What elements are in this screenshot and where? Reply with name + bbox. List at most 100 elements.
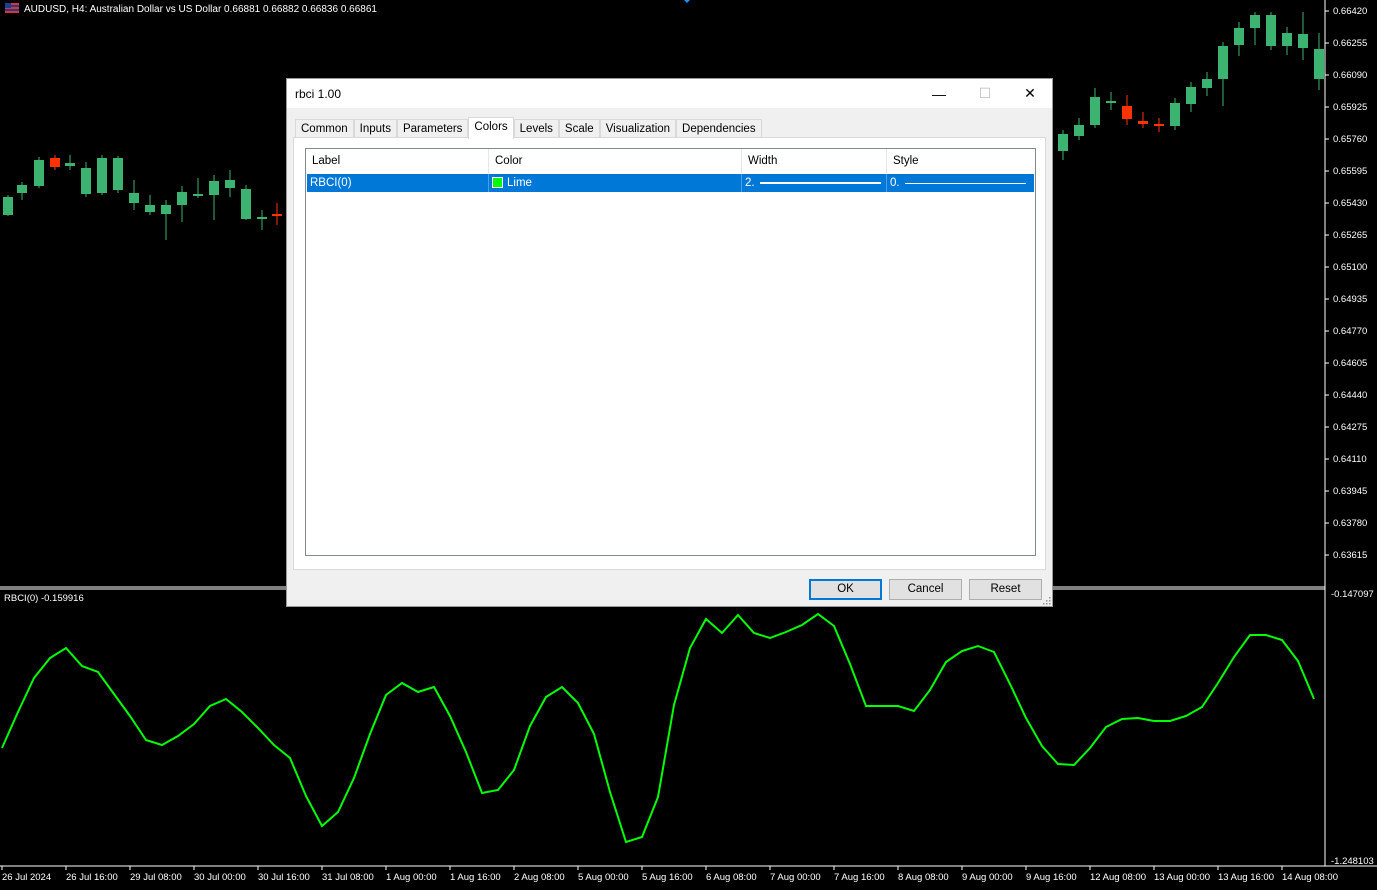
dialog-titlebar[interactable]: rbci 1.00 — ☐ ✕ xyxy=(287,79,1052,108)
candle-body xyxy=(1298,34,1308,48)
time-tick-label: 9 Aug 16:00 xyxy=(1026,872,1077,883)
candle-body xyxy=(1234,28,1244,45)
time-tick-label: 6 Aug 08:00 xyxy=(706,872,757,883)
column-header-label[interactable]: Label xyxy=(306,149,489,173)
maximize-icon: ☐ xyxy=(978,85,992,101)
candle-body xyxy=(1058,134,1068,151)
time-tick-label: 26 Jul 2024 xyxy=(2,872,51,883)
column-header-color[interactable]: Color xyxy=(489,149,742,173)
candle-body xyxy=(241,189,251,219)
reset-button[interactable]: Reset xyxy=(969,579,1042,600)
candle-body xyxy=(272,214,282,216)
time-tick-label: 12 Aug 08:00 xyxy=(1090,872,1146,883)
time-tick-label: 31 Jul 08:00 xyxy=(322,872,374,883)
candle-body xyxy=(1122,106,1132,119)
candle-body xyxy=(129,193,139,203)
candle-body xyxy=(1218,46,1228,79)
price-tick-label: 0.64275 xyxy=(1333,422,1367,433)
marker-icon xyxy=(684,0,690,3)
close-button[interactable]: ✕ xyxy=(1007,79,1053,108)
time-tick-label: 5 Aug 00:00 xyxy=(578,872,629,883)
price-tick-label: 0.64935 xyxy=(1333,294,1367,305)
candle-body xyxy=(1090,97,1100,125)
time-tick-label: 8 Aug 08:00 xyxy=(898,872,949,883)
tab-visualization[interactable]: Visualization xyxy=(599,119,677,138)
tab-colors[interactable]: Colors xyxy=(468,117,514,139)
candle-body xyxy=(1250,15,1260,28)
candle-body xyxy=(3,197,13,215)
cancel-button[interactable]: Cancel xyxy=(889,579,962,600)
candle-body xyxy=(161,205,171,214)
indicator-axis-top: -0.147097 xyxy=(1331,589,1374,600)
resize-grip-icon[interactable] xyxy=(1041,595,1051,605)
tab-common[interactable]: Common xyxy=(295,119,354,138)
candle-body xyxy=(1138,121,1148,124)
candle-body xyxy=(113,158,123,190)
time-tick-label: 14 Aug 08:00 xyxy=(1282,872,1338,883)
candle-body xyxy=(257,217,267,219)
colors-panel: Label Color Width Style RBCI(0) Lime 2. … xyxy=(293,137,1046,570)
candle-body xyxy=(65,163,75,166)
price-tick-label: 0.63780 xyxy=(1333,518,1367,529)
close-icon: ✕ xyxy=(1024,85,1036,101)
time-axis: 26 Jul 2024 26 Jul 16:00 29 Jul 08:00 30 Ju… xyxy=(1,866,1338,883)
price-tick-label: 0.66255 xyxy=(1333,38,1367,49)
row-style-value: 0. xyxy=(890,177,900,189)
column-header-width[interactable]: Width xyxy=(742,149,887,173)
maximize-button: ☐ xyxy=(962,79,1008,108)
indicator-label: RBCI(0) -0.159916 xyxy=(4,593,84,604)
candle-body xyxy=(209,181,219,195)
price-tick-label: 0.65265 xyxy=(1333,230,1367,241)
price-tick-label: 0.66420 xyxy=(1333,6,1367,17)
candle-body xyxy=(1314,49,1324,79)
style-line-sample xyxy=(905,183,1026,184)
time-tick-label: 26 Jul 16:00 xyxy=(66,872,118,883)
time-tick-label: 13 Aug 00:00 xyxy=(1154,872,1210,883)
time-tick-label: 13 Aug 16:00 xyxy=(1218,872,1274,883)
price-tick-label: 0.63615 xyxy=(1333,550,1367,561)
row-color-cell[interactable]: Lime xyxy=(489,174,742,192)
row-width-value: 2. xyxy=(745,177,755,189)
time-tick-label: 2 Aug 08:00 xyxy=(514,872,565,883)
time-tick-label: 1 Aug 16:00 xyxy=(450,872,501,883)
time-tick-label: 7 Aug 16:00 xyxy=(834,872,885,883)
ok-button[interactable]: OK xyxy=(809,579,882,600)
colors-list[interactable]: Label Color Width Style RBCI(0) Lime 2. … xyxy=(305,148,1036,556)
time-tick-label: 9 Aug 00:00 xyxy=(962,872,1013,883)
tab-bar: Common Inputs Parameters Colors Levels S… xyxy=(295,117,762,139)
price-tick-label: 0.64440 xyxy=(1333,390,1367,401)
dialog-title: rbci 1.00 xyxy=(295,87,342,101)
candle-body xyxy=(50,158,60,167)
price-axis: 0.66420 0.66255 0.66090 0.65925 0.65760 0.655… xyxy=(1325,6,1367,561)
tab-parameters[interactable]: Parameters xyxy=(396,119,469,138)
candle-body xyxy=(17,185,27,193)
price-tick-label: 0.65100 xyxy=(1333,262,1367,273)
candle-body xyxy=(34,160,44,186)
candle-body xyxy=(145,205,155,212)
time-tick-label: 5 Aug 16:00 xyxy=(642,872,693,883)
tab-dependencies[interactable]: Dependencies xyxy=(676,119,762,138)
candle-body xyxy=(1282,33,1292,46)
price-tick-label: 0.64110 xyxy=(1333,454,1367,465)
time-tick-label: 30 Jul 00:00 xyxy=(194,872,246,883)
minimize-button[interactable]: — xyxy=(916,79,962,108)
candle-body xyxy=(1106,101,1116,103)
candle-body xyxy=(1154,124,1164,126)
symbol-info: AUDUSD, H4: Australian Dollar vs US Doll… xyxy=(24,4,377,15)
price-tick-label: 0.65430 xyxy=(1333,198,1367,209)
row-width-cell[interactable]: 2. xyxy=(742,174,887,192)
list-row-selected[interactable]: RBCI(0) Lime 2. 0. xyxy=(307,174,1034,192)
time-tick-label: 7 Aug 00:00 xyxy=(770,872,821,883)
row-style-cell[interactable]: 0. xyxy=(887,174,1034,192)
tab-levels[interactable]: Levels xyxy=(513,119,559,138)
tab-scale[interactable]: Scale xyxy=(558,119,600,138)
tab-inputs[interactable]: Inputs xyxy=(353,119,397,138)
price-tick-label: 0.66090 xyxy=(1333,70,1367,81)
row-color-name: Lime xyxy=(507,177,532,189)
column-header-style[interactable]: Style xyxy=(887,149,1035,173)
candle-body xyxy=(1266,15,1276,46)
price-tick-label: 0.65760 xyxy=(1333,134,1367,145)
candle-body xyxy=(97,158,107,193)
candle-body xyxy=(1170,103,1180,126)
color-swatch xyxy=(492,177,503,188)
